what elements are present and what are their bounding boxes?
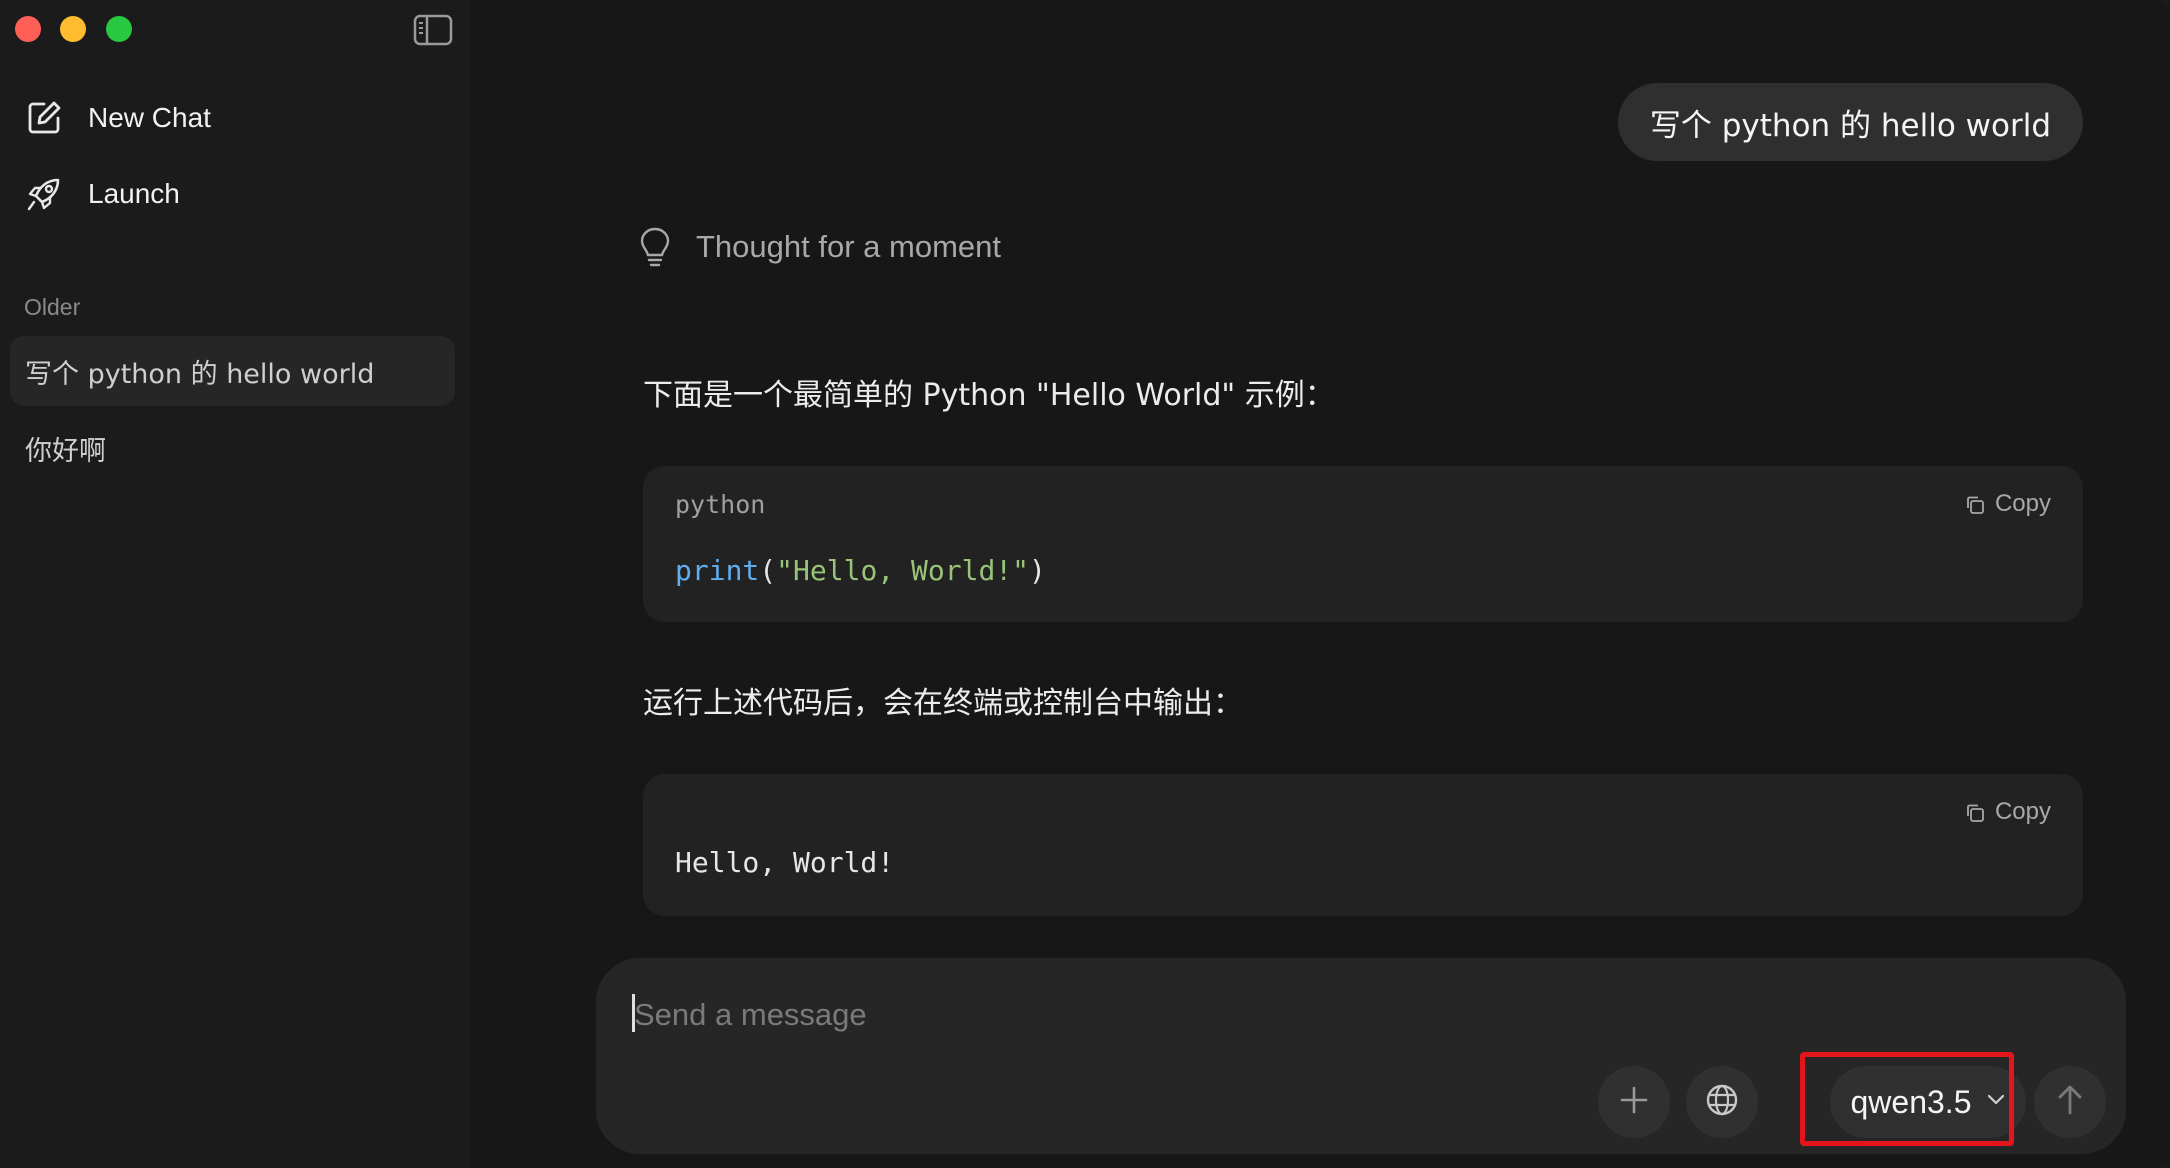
code-paren-token: ) [1029,554,1046,587]
model-selector[interactable]: qwen3.5 [1830,1066,2026,1138]
code-language-label: python [675,490,766,519]
launch-label: Launch [88,178,180,209]
minimize-window-button[interactable] [60,16,86,42]
code-paren-token: ( [759,554,777,587]
send-button[interactable] [2034,1066,2106,1138]
attach-button[interactable] [1598,1066,1670,1138]
thought-label: Thought for a moment [696,229,1001,264]
copy-button[interactable]: Copy [1965,490,2051,518]
user-message-bubble: 写个 python 的 hello world [1617,83,2083,161]
compose-icon [24,98,64,138]
launch-button[interactable]: Launch [24,170,180,218]
assistant-followup-text: 运行上述代码后，会在终端或控制台中输出： [643,686,1243,721]
code-string-token: "Hello, World!" [776,554,1030,587]
web-search-button[interactable] [1686,1066,1758,1138]
output-block: Copy Hello, World! [643,774,2083,916]
chevron-down-icon [1987,1093,2005,1111]
copy-label: Copy [1994,490,2051,517]
chat-main: 写个 python 的 hello world Thought for a mo… [470,0,2170,1168]
copy-label: Copy [1994,798,2051,825]
copy-icon [1965,802,1985,822]
sidebar: New Chat Launch Older 写个 python 的 hello … [0,0,470,1168]
plus-icon [1618,1084,1650,1121]
output-line: Hello, World! [675,846,895,879]
lightbulb-icon [638,226,672,268]
chat-history-item[interactable]: 写个 python 的 hello world [10,336,455,406]
message-input[interactable] [632,992,1936,1038]
code-block: python Copy print("Hello, World!") [643,466,2083,622]
assistant-intro-text: 下面是一个最简单的 Python "Hello World" 示例： [643,378,1335,413]
copy-button[interactable]: Copy [1965,798,2051,826]
new-chat-button[interactable]: New Chat [24,94,211,142]
thought-toggle[interactable]: Thought for a moment [638,226,1001,268]
chat-history-item[interactable]: 你好啊 [10,413,455,483]
section-label-older: Older [24,294,81,320]
code-function-token: print [675,554,760,587]
app-window: New Chat Launch Older 写个 python 的 hello … [0,0,2170,1168]
sidebar-toggle-icon[interactable] [413,14,453,46]
model-name: qwen3.5 [1850,1083,1972,1120]
arrow-up-icon [2055,1083,2085,1122]
copy-icon [1965,494,1985,514]
text-caret [632,994,635,1032]
zoom-window-button[interactable] [106,16,132,42]
rocket-icon [24,174,64,214]
message-composer: qwen3.5 [596,958,2126,1154]
code-line: print("Hello, World!") [675,554,1046,587]
globe-icon [1704,1082,1740,1123]
new-chat-label: New Chat [88,102,211,133]
close-window-button[interactable] [15,16,41,42]
